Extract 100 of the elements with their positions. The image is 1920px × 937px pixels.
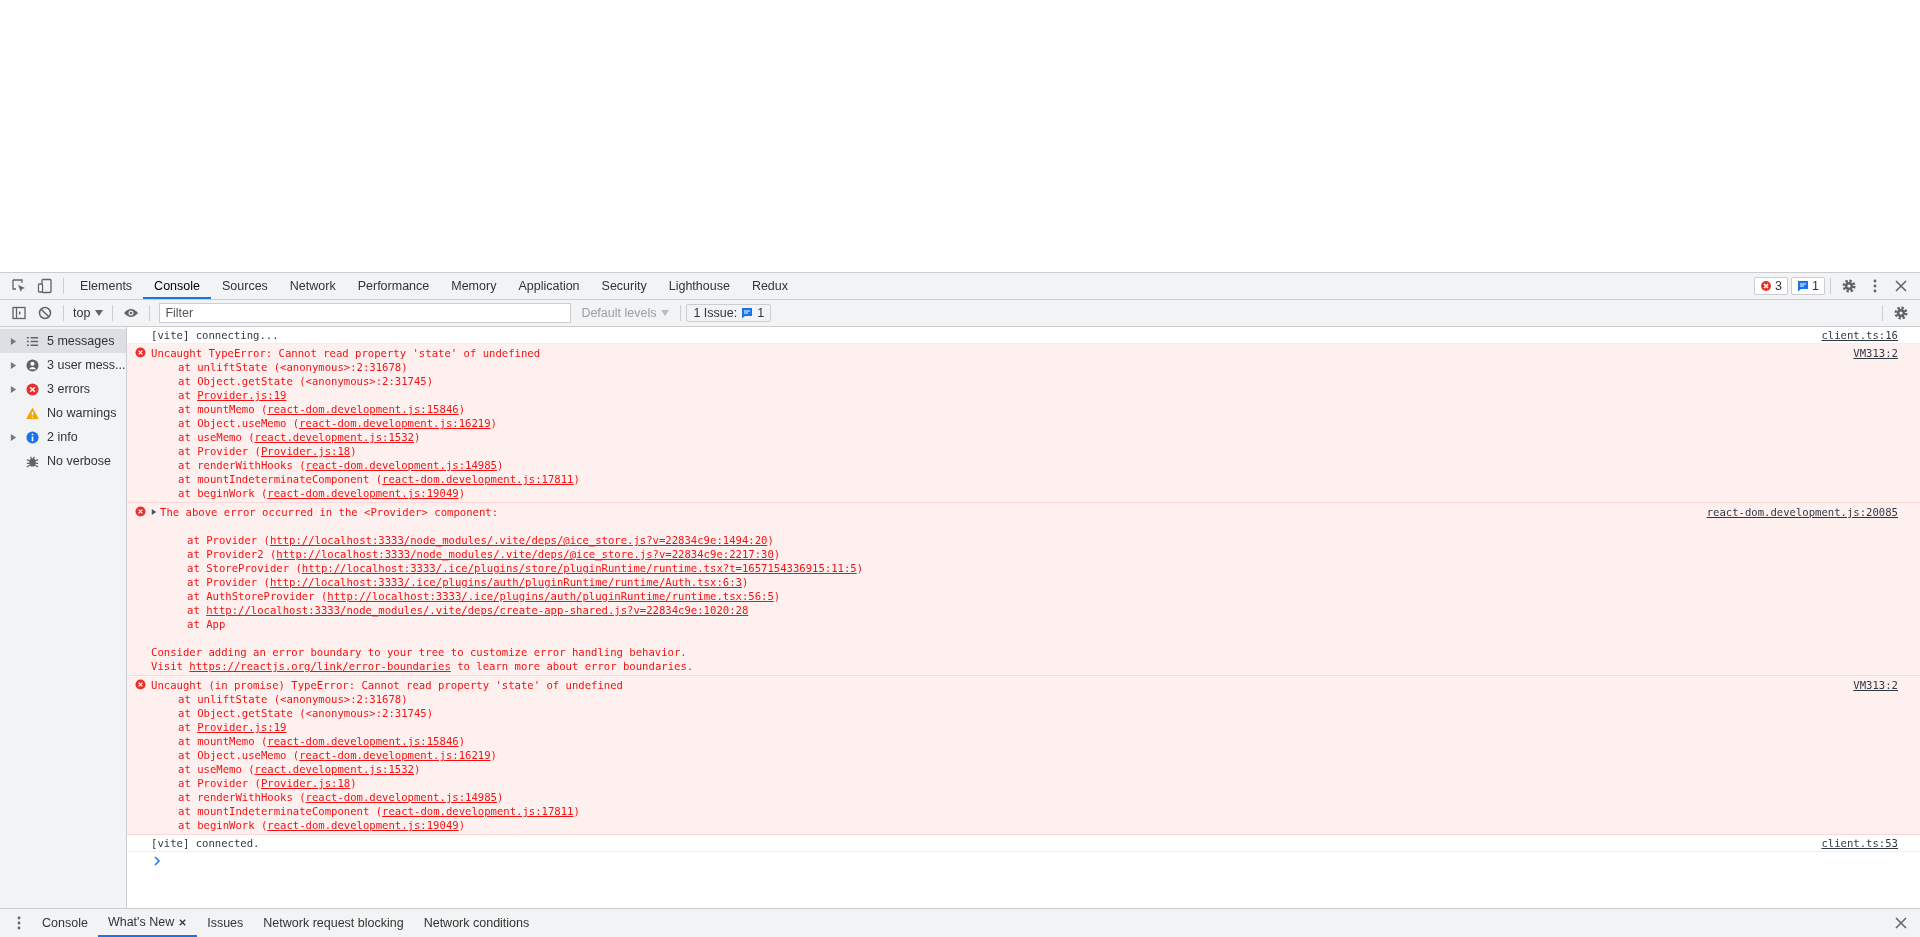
source-link[interactable]: react-dom.development.js:19049 [267, 819, 459, 831]
error-icon [26, 382, 39, 396]
stack-frame: at beginWork (react-dom.development.js:19049) [151, 818, 1834, 832]
stack-frame: at Object.useMemo (react-dom.development.js:16219) [151, 748, 1834, 762]
bug-icon [26, 454, 39, 468]
stack-frame: at Provider2 (http://localhost:3333/node_modules/.vite/deps/@ice_store.js?v=22834c9e:2217:30) [151, 547, 1687, 561]
close-icon[interactable] [178, 917, 188, 927]
panel-tab[interactable]: Network [278, 273, 347, 299]
source-link[interactable]: react-dom.development.js:15846 [267, 403, 459, 415]
source-link[interactable]: Provider.js:18 [260, 777, 351, 789]
source-link[interactable]: client.ts:16 [1821, 328, 1898, 342]
sidebar-item[interactable]: No warnings [0, 401, 126, 425]
stack-frame: at StoreProvider (http://localhost:3333/.ice/plugins/store/pluginRuntime/runtime.tsx?t=1657154336915:11:5) [151, 561, 1687, 575]
prompt-icon [153, 856, 161, 866]
panel-tab[interactable]: Memory [440, 273, 508, 299]
user-icon [26, 358, 39, 372]
stack-frame: at Provider (Provider.js:18) [151, 776, 1834, 790]
stack-frame: at Object.useMemo (react-dom.development.js:16219) [151, 416, 1834, 430]
source-link[interactable]: react-dom.development.js:16219 [299, 417, 491, 429]
settings-icon[interactable] [1893, 305, 1909, 321]
panel-tab[interactable]: Lighthouse [657, 273, 741, 299]
source-link[interactable]: http://localhost:3333/node_modules/.vite/deps/@ice_store.js?v=22834c9e:2217:30 [276, 548, 774, 560]
source-link[interactable]: react-dom.development.js:17811 [382, 473, 574, 485]
stack-frame: at mountIndeterminateComponent (react-dom.development.js:17811) [151, 804, 1834, 818]
stack-frame: at Provider (http://localhost:3333/node_modules/.vite/deps/@ice_store.js?v=22834c9e:1494:20) [151, 533, 1687, 547]
error-note: Consider adding an error boundary to your tree to customize error handling behavior. [151, 645, 688, 659]
panel-tab[interactable]: Security [590, 273, 658, 299]
stack-frame: at unliftState (<anonymous>:2:31678) [151, 360, 1834, 374]
source-link[interactable]: react.development.js:1532 [254, 431, 414, 443]
source-link[interactable]: Provider.js:18 [260, 445, 351, 457]
source-link[interactable]: http://localhost:3333/node_modules/.vite/deps/@ice_store.js?v=22834c9e:1494:20 [269, 534, 768, 546]
warning-icon [26, 406, 39, 420]
source-link[interactable]: react-dom.development.js:15846 [267, 735, 459, 747]
panel-tab[interactable]: Performance [346, 273, 441, 299]
panel-tab[interactable]: Redux [740, 273, 800, 299]
source-link[interactable]: http://localhost:3333/.ice/plugins/store/pluginRuntime/runtime.tsx?t=1657154336915:11:5 [301, 562, 857, 574]
source-link[interactable]: react-dom.development.js:14985 [305, 459, 497, 471]
stack-frame: at beginWork (react-dom.development.js:19049) [151, 486, 1834, 500]
sidebar-item[interactable]: 3 user mess... [0, 353, 126, 377]
source-link[interactable]: http://localhost:3333/.ice/plugins/auth/pluginRuntime/runtime/Auth.tsx:6:3 [269, 576, 742, 588]
error-message: Uncaught (in promise) TypeError: Cannot read property 'state' of undefined [151, 678, 623, 692]
log-message: [vite] connecting... [151, 328, 280, 342]
stack-frame: at mountMemo (react-dom.development.js:15846) [151, 734, 1834, 748]
drawer-tab[interactable]: Network conditions [413, 909, 540, 937]
source-link[interactable]: react-dom.development.js:19049 [267, 487, 459, 499]
drawer-tab[interactable]: Network request blocking [253, 909, 414, 937]
source-link[interactable]: react-dom.development.js:14985 [305, 791, 497, 803]
issues-button[interactable]: 1 Issue: 1 [686, 304, 772, 322]
info-icon [26, 430, 39, 444]
stack-frame: at Provider.js:19 [151, 720, 1834, 734]
error-icon [135, 347, 146, 358]
error-icon [1760, 280, 1773, 292]
source-link[interactable]: react-dom.development.js:16219 [299, 749, 491, 761]
drawer-tab[interactable]: Console [32, 909, 98, 937]
sidebar-toggle-icon[interactable] [11, 305, 27, 321]
chat-icon [1797, 280, 1810, 292]
stack-frame: at mountIndeterminateComponent (react-dom.development.js:17811) [151, 472, 1834, 486]
issue-counter[interactable]: 1 [1791, 277, 1825, 295]
stack-frame: at Object.getState (<anonymous>:2:31745) [151, 374, 1834, 388]
panel-tab[interactable]: Application [507, 273, 591, 299]
filter-field[interactable]: Filter [159, 303, 572, 323]
log-message: [vite] connected. [151, 836, 261, 850]
stack-frame: at renderWithHooks (react-dom.development.js:14985) [151, 458, 1834, 472]
source-link[interactable]: client.ts:53 [1821, 836, 1898, 850]
stack-frame: at useMemo (react.development.js:1532) [151, 762, 1834, 776]
sidebar-item[interactable]: No verbose [0, 449, 126, 473]
source-link[interactable]: react-dom.development.js:20085 [1706, 505, 1898, 519]
source-link[interactable]: http://localhost:3333/.ice/plugins/auth/pluginRuntime/runtime.tsx:56:5 [327, 590, 774, 602]
error-icon [135, 506, 146, 517]
drawer-tab[interactable]: What's New [97, 909, 198, 937]
source-link[interactable]: VM313:2 [1853, 346, 1898, 360]
clear-icon[interactable] [37, 305, 53, 321]
inspect-icon[interactable] [11, 278, 27, 294]
panel-tab[interactable]: Sources [211, 273, 279, 299]
settings-icon[interactable] [1841, 278, 1857, 294]
stack-frame: at AuthStoreProvider (http://localhost:3333/.ice/plugins/auth/pluginRuntime/runtime.tsx:56:5) [151, 589, 1687, 603]
drawer-tab[interactable]: Issues [197, 909, 254, 937]
expand-icon[interactable] [151, 509, 157, 515]
caret-icon [95, 309, 104, 317]
stack-frame: at Provider (http://localhost:3333/.ice/plugins/auth/pluginRuntime/runtime/Auth.tsx:6:3) [151, 575, 1687, 589]
source-link[interactable]: react.development.js:1532 [254, 763, 414, 775]
source-link[interactable]: VM313:2 [1853, 678, 1898, 692]
sidebar-item[interactable]: 5 messages [0, 329, 126, 353]
panel-tab[interactable]: Elements [69, 273, 144, 299]
sidebar-item[interactable]: 2 info [0, 425, 126, 449]
context-dropdown[interactable]: top [69, 306, 108, 320]
source-link[interactable]: Provider.js:19 [197, 389, 287, 401]
close-icon[interactable] [1893, 915, 1909, 931]
error-icon [135, 679, 146, 690]
source-link[interactable]: react-dom.development.js:17811 [382, 805, 574, 817]
sidebar-item[interactable]: 3 errors [0, 377, 126, 401]
close-icon[interactable] [1893, 278, 1909, 294]
source-link[interactable]: Provider.js:19 [197, 721, 287, 733]
docs-link[interactable]: https://reactjs.org/link/error-boundaries [189, 660, 451, 672]
stack-frame: at mountMemo (react-dom.development.js:15846) [151, 402, 1834, 416]
error-counter[interactable]: 3 [1754, 277, 1789, 295]
stack-frame: at Provider.js:19 [151, 388, 1834, 402]
list-icon [26, 334, 39, 348]
device-icon[interactable] [37, 278, 53, 294]
source-link[interactable]: http://localhost:3333/node_modules/.vite/deps/create-app-shared.js?v=22834c9e:1020:28 [206, 604, 749, 616]
